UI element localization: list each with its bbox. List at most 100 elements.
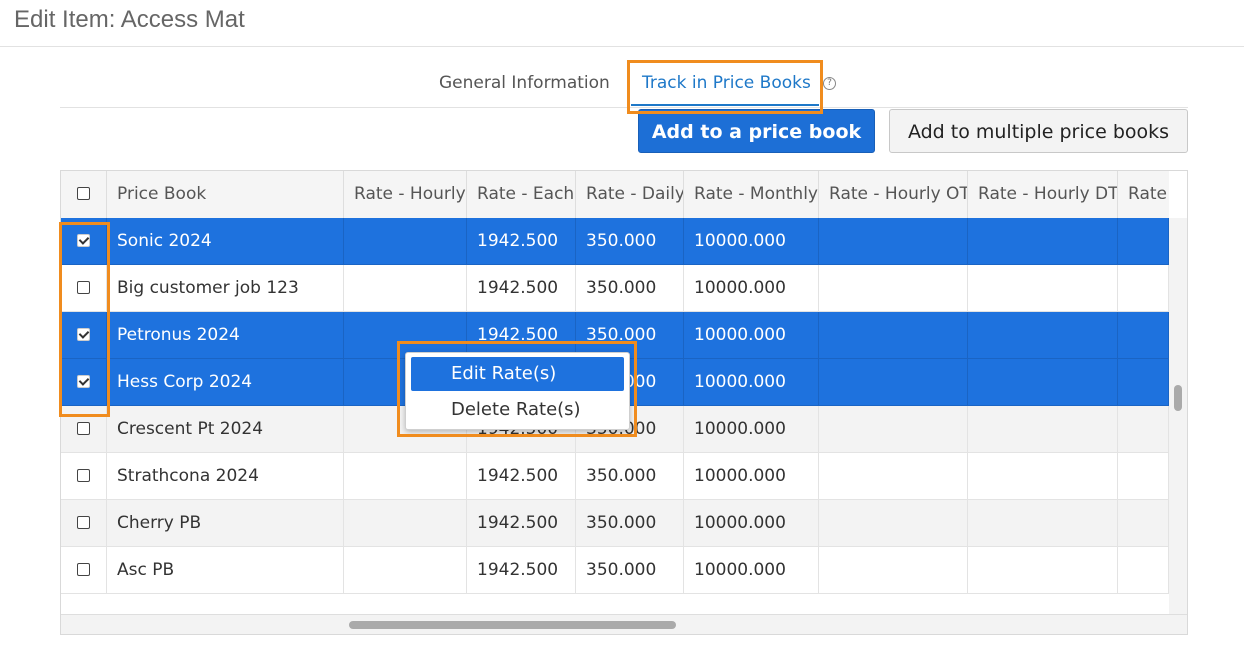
column-header-rate-hourly[interactable]: Rate - Hourly: [344, 171, 467, 218]
cell-rate-hourly: [344, 265, 467, 312]
cell-rate-hourly: [344, 500, 467, 547]
cell-rate-hourly-ot: [819, 547, 968, 594]
cell-price-book: Strathcona 2024: [107, 453, 344, 500]
column-header-rate-hourly-ot[interactable]: Rate - Hourly OT: [819, 171, 968, 218]
cell-rate-hourly-dt: [968, 312, 1118, 359]
cell-rate-partial: [1118, 359, 1169, 406]
cell-rate-hourly: [344, 218, 467, 265]
cell-rate-hourly-ot: [819, 453, 968, 500]
menu-item-delete-rates[interactable]: Delete Rate(s): [411, 393, 624, 427]
cell-rate-hourly-dt: [968, 453, 1118, 500]
grid-header: Price Book Rate - Hourly Rate - Each Rat…: [61, 171, 1169, 219]
cell-rate-hourly-dt: [968, 359, 1118, 406]
column-header-rate-partial[interactable]: Rate -: [1118, 171, 1169, 218]
table-row[interactable]: Big customer job 123 1942.500 350.000 10000…: [61, 265, 1169, 312]
table-row[interactable]: Strathcona 2024 1942.500 350.000 10000.000: [61, 453, 1169, 500]
table-row[interactable]: Cherry PB 1942.500 350.000 10000.000: [61, 500, 1169, 547]
row-checkbox[interactable]: [77, 281, 90, 294]
context-menu: Edit Rate(s) Delete Rate(s): [405, 352, 630, 430]
cell-price-book: Big customer job 123: [107, 265, 344, 312]
column-header-rate-hourly-dt[interactable]: Rate - Hourly DT: [968, 171, 1118, 218]
cell-rate-hourly-dt: [968, 547, 1118, 594]
cell-rate-hourly-ot: [819, 265, 968, 312]
cell-rate-partial: [1118, 218, 1169, 265]
cell-price-book: Petronus 2024: [107, 312, 344, 359]
cell-rate-hourly-dt: [968, 500, 1118, 547]
row-checkbox[interactable]: [77, 328, 90, 341]
cell-rate-each: 1942.500: [467, 453, 576, 500]
row-checkbox[interactable]: [77, 234, 90, 247]
cell-rate-partial: [1118, 406, 1169, 453]
cell-rate-hourly-ot: [819, 218, 968, 265]
cell-rate-daily: 350.000: [576, 265, 684, 312]
cell-select: [61, 359, 107, 406]
column-header-price-book[interactable]: Price Book: [107, 171, 344, 218]
table-row[interactable]: Sonic 2024 1942.500 350.000 10000.000: [61, 218, 1169, 265]
cell-select: [61, 218, 107, 265]
cell-rate-monthly: 10000.000: [684, 312, 819, 359]
cell-select: [61, 312, 107, 359]
cell-rate-hourly-dt: [968, 406, 1118, 453]
cell-select: [61, 265, 107, 312]
cell-rate-monthly: 10000.000: [684, 453, 819, 500]
cell-rate-daily: 350.000: [576, 218, 684, 265]
table-row[interactable]: Asc PB 1942.500 350.000 10000.000: [61, 547, 1169, 594]
cell-rate-monthly: 10000.000: [684, 359, 819, 406]
column-header-rate-daily[interactable]: Rate - Daily: [576, 171, 684, 218]
cell-price-book: Asc PB: [107, 547, 344, 594]
cell-rate-daily: 350.000: [576, 453, 684, 500]
cell-rate-each: 1942.500: [467, 265, 576, 312]
cell-price-book: Hess Corp 2024: [107, 359, 344, 406]
cell-rate-monthly: 10000.000: [684, 547, 819, 594]
row-checkbox[interactable]: [77, 375, 90, 388]
page-title: Edit Item: Access Mat: [14, 6, 245, 33]
cell-rate-partial: [1118, 547, 1169, 594]
tab-track-in-price-books[interactable]: Track in Price Books: [642, 73, 811, 93]
cell-rate-partial: [1118, 312, 1169, 359]
cell-select: [61, 547, 107, 594]
cell-rate-each: 1942.500: [467, 218, 576, 265]
cell-price-book: Crescent Pt 2024: [107, 406, 344, 453]
row-checkbox[interactable]: [77, 469, 90, 482]
menu-item-edit-rates[interactable]: Edit Rate(s): [411, 357, 624, 391]
cell-rate-partial: [1118, 453, 1169, 500]
title-divider: [0, 46, 1244, 47]
vertical-scroll-thumb[interactable]: [1174, 385, 1182, 411]
cell-rate-hourly-dt: [968, 218, 1118, 265]
cell-select: [61, 500, 107, 547]
cell-rate-partial: [1118, 265, 1169, 312]
cell-price-book: Cherry PB: [107, 500, 344, 547]
cell-rate-monthly: 10000.000: [684, 500, 819, 547]
cell-rate-each: 1942.500: [467, 547, 576, 594]
horizontal-scroll-thumb[interactable]: [349, 621, 676, 629]
cell-rate-daily: 350.000: [576, 547, 684, 594]
header-select-cell: [61, 171, 107, 218]
active-tab-indicator: [631, 104, 819, 106]
column-header-rate-monthly[interactable]: Rate - Monthly: [684, 171, 819, 218]
add-to-price-book-button[interactable]: Add to a price book: [638, 109, 875, 153]
cell-rate-monthly: 10000.000: [684, 406, 819, 453]
cell-rate-monthly: 10000.000: [684, 265, 819, 312]
help-circle-icon[interactable]: ?: [823, 77, 836, 90]
row-checkbox[interactable]: [77, 563, 90, 576]
column-header-rate-each[interactable]: Rate - Each: [467, 171, 576, 218]
cell-rate-hourly-ot: [819, 500, 968, 547]
vertical-scrollbar[interactable]: [1169, 218, 1187, 614]
select-all-checkbox[interactable]: [77, 187, 90, 200]
add-to-multiple-price-books-button[interactable]: Add to multiple price books: [889, 109, 1188, 153]
cell-rate-hourly-ot: [819, 312, 968, 359]
cell-rate-hourly: [344, 547, 467, 594]
cell-rate-daily: 350.000: [576, 500, 684, 547]
cell-select: [61, 406, 107, 453]
cell-price-book: Sonic 2024: [107, 218, 344, 265]
cell-rate-hourly: [344, 453, 467, 500]
cell-rate-each: 1942.500: [467, 500, 576, 547]
cell-select: [61, 453, 107, 500]
cell-rate-hourly-ot: [819, 359, 968, 406]
row-checkbox[interactable]: [77, 516, 90, 529]
cell-rate-monthly: 10000.000: [684, 218, 819, 265]
cell-rate-hourly-ot: [819, 406, 968, 453]
row-checkbox[interactable]: [77, 422, 90, 435]
cell-rate-hourly-dt: [968, 265, 1118, 312]
tab-general-information[interactable]: General Information: [439, 73, 610, 93]
